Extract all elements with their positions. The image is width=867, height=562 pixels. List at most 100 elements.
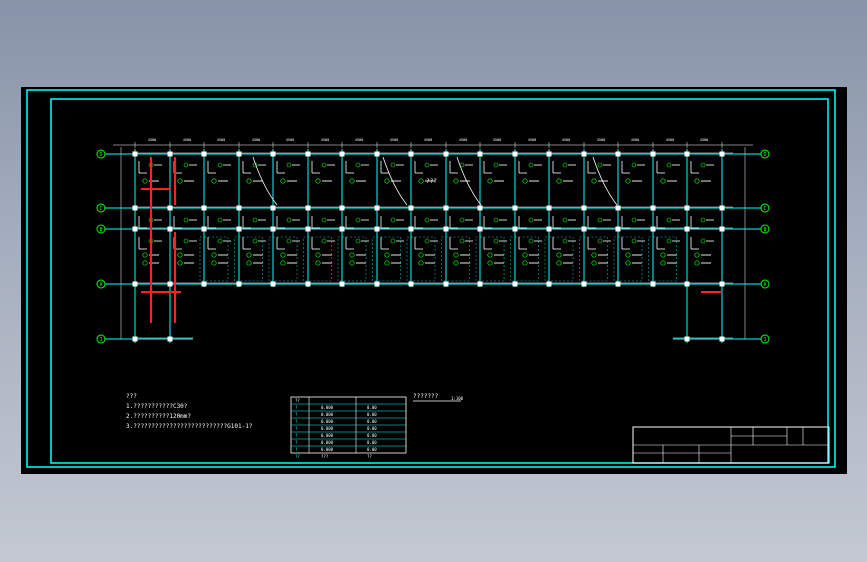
slab-tag <box>177 252 183 258</box>
rebar-tag <box>355 162 361 168</box>
column <box>512 226 518 232</box>
rebar-tag <box>528 238 534 244</box>
column <box>305 281 311 287</box>
slab-tag <box>556 252 562 258</box>
column <box>477 281 483 287</box>
column <box>615 151 621 157</box>
column <box>546 151 552 157</box>
column <box>719 281 725 287</box>
slab-tag <box>384 178 390 184</box>
schedule-cell: ? <box>295 433 298 438</box>
column <box>339 151 345 157</box>
slab-tag <box>660 178 666 184</box>
bay-dimension-labels: 4500 4500 4500 4500 4500 4500 4500 4500 4500 4500… <box>148 138 708 142</box>
bay-dimension-label: 4500 <box>286 138 294 142</box>
scale-annotation: ??????? 1:100 <box>413 393 464 402</box>
rebar-tag <box>355 238 361 244</box>
scale-label: ??????? <box>413 393 439 400</box>
column <box>512 151 518 157</box>
cad-viewport[interactable]: 4500 4500 4500 4500 4500 4500 4500 4500 4500 4500… <box>21 87 847 474</box>
grid-bubble-label: 1 <box>99 337 102 343</box>
column <box>581 151 587 157</box>
column <box>270 151 276 157</box>
slab-tag <box>280 260 286 266</box>
column <box>167 336 173 342</box>
rebar-tag <box>631 217 637 223</box>
notes-line: 1.???????????C30? <box>126 403 188 410</box>
column <box>236 226 242 232</box>
rebar-tag <box>493 162 499 168</box>
rebar-tag <box>217 162 223 168</box>
grid-bubbles-right: D C B A 1 <box>760 149 770 344</box>
slab-tag <box>246 260 252 266</box>
slab-tag <box>349 178 355 184</box>
rebar-tag <box>700 162 706 168</box>
rebar-tag <box>252 238 258 244</box>
schedule-cell: ?? <box>367 454 372 459</box>
rebar-tag <box>493 217 499 223</box>
schedule-cell: 0.000 <box>321 433 334 438</box>
column <box>270 281 276 287</box>
schedule-cell: ? <box>295 440 298 445</box>
rebar-tag <box>390 217 396 223</box>
column <box>443 226 449 232</box>
column <box>167 151 173 157</box>
slab-tag <box>349 252 355 258</box>
column <box>650 151 656 157</box>
column <box>581 281 587 287</box>
column <box>132 281 138 287</box>
schedule-cell: 0.000 <box>321 447 334 452</box>
column <box>374 205 380 211</box>
rebar-tag <box>562 238 568 244</box>
rebar-tag <box>666 217 672 223</box>
column <box>684 226 690 232</box>
rebar-tag <box>355 217 361 223</box>
column <box>684 336 690 342</box>
column <box>167 226 173 232</box>
grid-bubble-label: C <box>763 206 766 212</box>
schedule-cell: 0.00 <box>367 426 377 431</box>
grid-bubble-label: D <box>99 152 102 158</box>
rebar-tag <box>597 238 603 244</box>
column <box>443 205 449 211</box>
grid-bubble-label: B <box>99 227 102 233</box>
grid-bubble-label: 1 <box>763 337 766 343</box>
schedule-cell: 0.00 <box>367 412 377 417</box>
rebar-tag <box>528 217 534 223</box>
column <box>339 226 345 232</box>
bay-dimension-label: 4500 <box>252 138 260 142</box>
rebar-tag <box>700 238 706 244</box>
slab-tag <box>315 178 321 184</box>
column <box>201 205 207 211</box>
column <box>305 151 311 157</box>
bay-dimension-label: 4500 <box>217 138 225 142</box>
column <box>546 281 552 287</box>
column <box>650 205 656 211</box>
schedule-cell: ?? <box>295 454 300 459</box>
rebar-tag <box>217 217 223 223</box>
general-notes: ??? 1.???????????C30? 2.??????????120mm?… <box>126 393 253 430</box>
slab-tag <box>142 252 148 258</box>
column <box>374 151 380 157</box>
bay-dimension-label: 4500 <box>666 138 674 142</box>
slab-tag <box>591 252 597 258</box>
column <box>201 151 207 157</box>
column <box>477 226 483 232</box>
rebar-tag <box>424 217 430 223</box>
column <box>132 226 138 232</box>
slab-tag <box>142 178 148 184</box>
schedule-cell: 0.000 <box>321 405 334 410</box>
column <box>512 205 518 211</box>
slab-tag <box>142 260 148 266</box>
column <box>684 151 690 157</box>
rebar-tag <box>562 217 568 223</box>
rebar-tag <box>528 162 534 168</box>
column <box>546 205 552 211</box>
column <box>443 281 449 287</box>
notes-line: 2.??????????120mm? <box>126 413 191 420</box>
column <box>581 205 587 211</box>
slab-schedule-table: ?? ? 0.000 0.00? 0.000 0.00? 0.000 0.00? 0.000 0… <box>290 396 407 459</box>
rebar-tag <box>666 162 672 168</box>
bay-dimension-label: 4500 <box>459 138 467 142</box>
column <box>581 226 587 232</box>
